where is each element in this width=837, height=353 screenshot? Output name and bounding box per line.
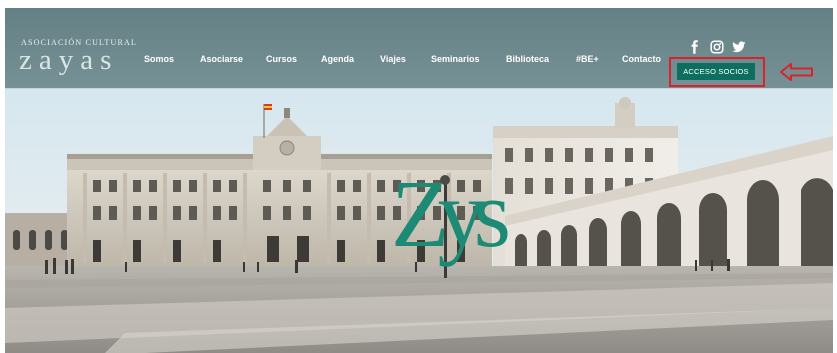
facebook-icon[interactable] (688, 40, 702, 54)
nav-item-viajes[interactable]: Viajes (380, 54, 406, 64)
nav-item-contacto[interactable]: Contacto (622, 54, 661, 64)
nav-item-seminarios[interactable]: Seminarios (431, 54, 480, 64)
arrow-left-icon (780, 63, 813, 81)
page-frame: Zys ASOCIACIÓN CULTURAL zayas Somos Asoc… (5, 8, 833, 353)
twitter-icon[interactable] (732, 40, 746, 54)
nav-item-somos[interactable]: Somos (144, 54, 174, 64)
nav-item-agenda[interactable]: Agenda (321, 54, 354, 64)
nav-item-biblioteca[interactable]: Biblioteca (506, 54, 549, 64)
nav-item-be-plus[interactable]: #BE+ (576, 54, 599, 64)
members-access-button[interactable]: ACCESO SOCIOS (677, 63, 755, 80)
instagram-icon[interactable] (710, 40, 724, 54)
site-logo[interactable]: ASOCIACIÓN CULTURAL zayas (19, 38, 136, 78)
nav-item-asociarse[interactable]: Asociarse (200, 54, 243, 64)
social-links (688, 40, 748, 54)
hero-monogram: Zys (391, 160, 508, 267)
logo-wordmark: zayas (19, 44, 119, 76)
nav-item-cursos[interactable]: Cursos (266, 54, 297, 64)
